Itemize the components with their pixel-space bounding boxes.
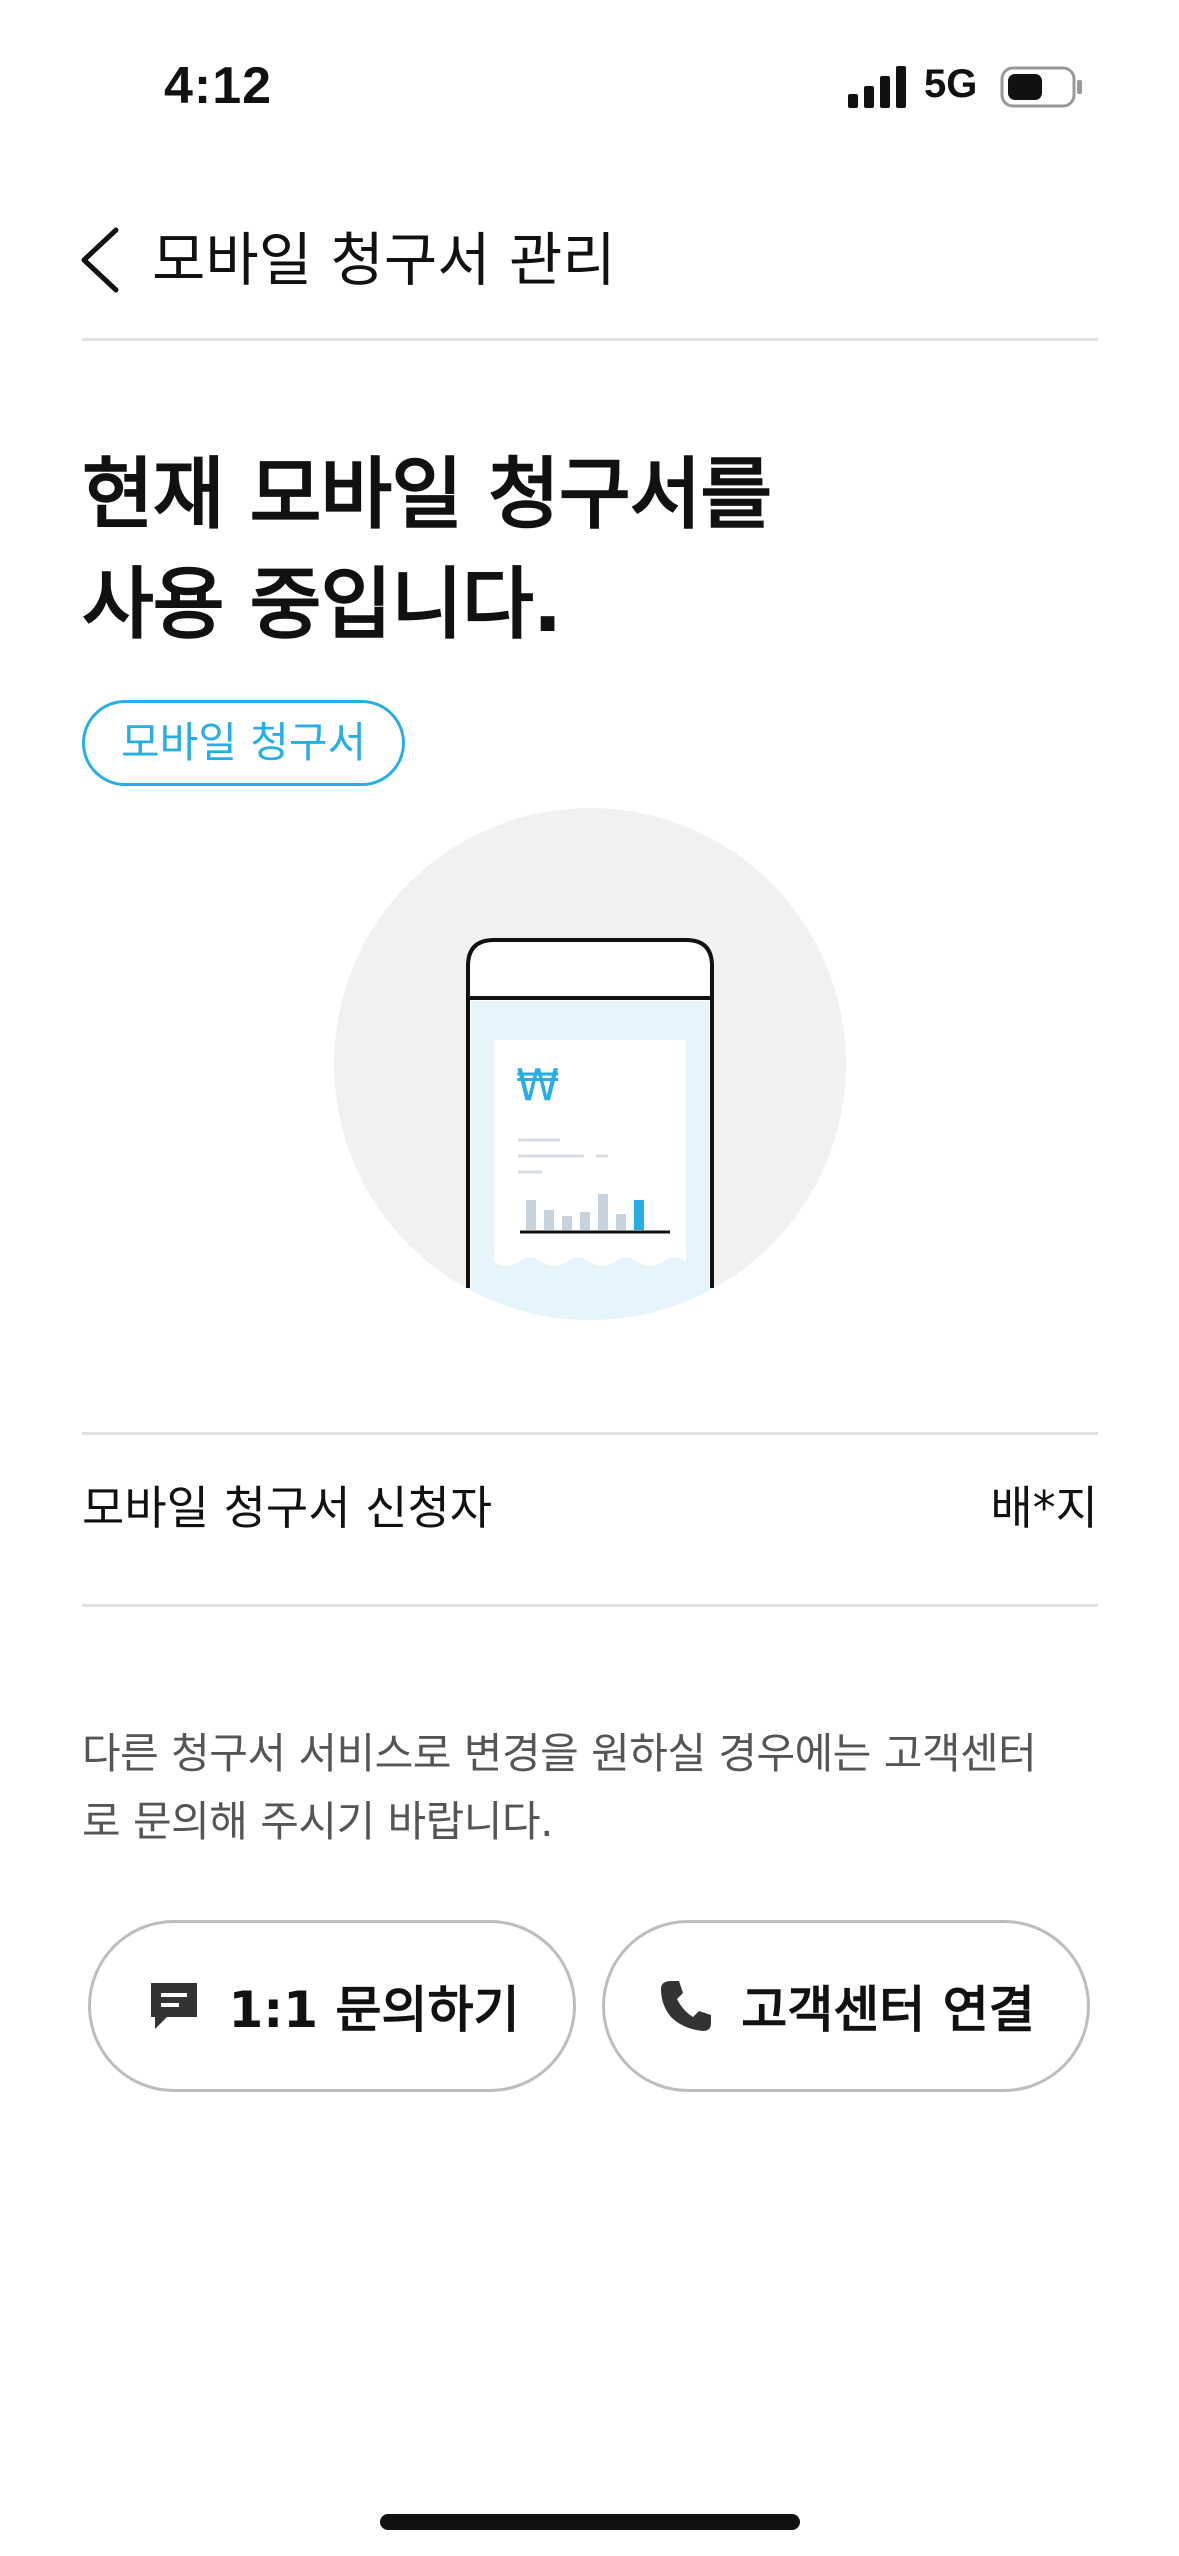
page-title: 모바일 청구서 관리	[152, 226, 616, 294]
top-nav-bar: 모바일 청구서 관리	[0, 190, 1179, 340]
signal-icon	[848, 66, 906, 108]
status-headline: 현재 모바일 청구서를 사용 중입니다.	[82, 440, 1082, 660]
call-center-button-label: 고객센터 연결	[741, 1981, 1035, 2039]
one-to-one-inquiry-button[interactable]: 1:1 문의하기	[88, 1920, 576, 2092]
phone-icon	[661, 1981, 712, 2031]
applicant-label: 모바일 청구서 신청자	[82, 1481, 493, 1535]
currency-symbol-text: ₩	[516, 1060, 560, 1111]
call-center-button[interactable]: 고객센터 연결	[602, 1920, 1090, 2092]
status-bar: 4:12 5G	[0, 0, 1179, 170]
headline-line-2: 사용 중입니다.	[82, 560, 562, 650]
home-indicator[interactable]	[380, 2514, 800, 2530]
header-divider	[82, 338, 1098, 341]
chevron-left-icon	[81, 227, 119, 293]
applicant-name: 배*지	[990, 1481, 1098, 1535]
applicant-row: 모바일 청구서 신청자 배*지	[82, 1420, 1098, 1590]
bill-type-badge: 모바일 청구서	[82, 700, 406, 786]
change-service-notice: 다른 청구서 서비스로 변경을 원하실 경우에는 고객센터 로 문의해 주시기 …	[82, 1720, 1102, 1856]
notice-line-1: 다른 청구서 서비스로 변경을 원하실 경우에는 고객센터	[82, 1729, 1037, 1778]
back-button[interactable]	[72, 220, 132, 300]
battery-icon	[1000, 66, 1082, 108]
notice-line-2: 로 문의해 주시기 바랍니다.	[82, 1797, 553, 1846]
chat-icon	[150, 1983, 197, 2029]
info-bottom-divider	[82, 1604, 1098, 1607]
status-time: 4:12	[164, 57, 273, 115]
inquiry-button-label: 1:1 문의하기	[228, 1981, 520, 2039]
network-type: 5G	[924, 62, 978, 106]
mobile-bill-illustration: ₩	[334, 808, 846, 1320]
headline-line-1: 현재 모바일 청구서를	[82, 450, 772, 540]
